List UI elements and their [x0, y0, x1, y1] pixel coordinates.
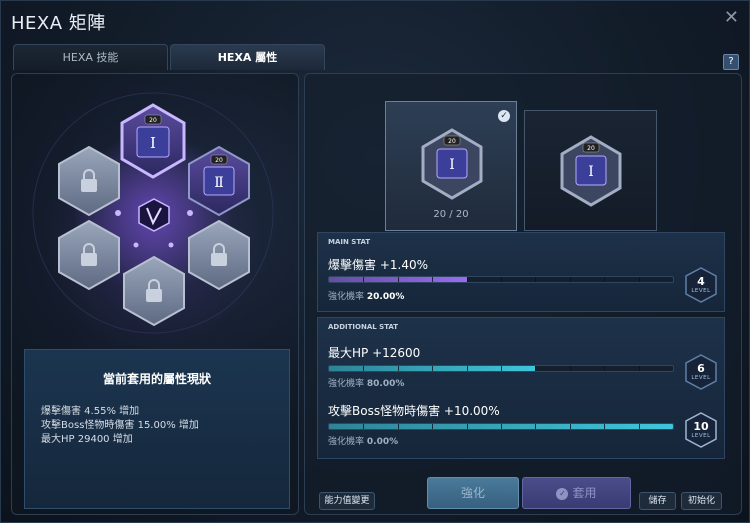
core-hex-icon: Ⅰ 20: [560, 135, 622, 207]
svg-text:20: 20: [587, 145, 595, 152]
progress-tick: [638, 366, 640, 371]
hex-grid: Ⅰ 20 Ⅱ 20: [32, 92, 274, 334]
progress-tick: [569, 424, 571, 429]
progress-tick: [604, 366, 606, 371]
progress-tick: [604, 277, 606, 282]
progress-tick: [569, 277, 571, 282]
progress-tick: [363, 277, 365, 282]
close-icon[interactable]: ✕: [724, 7, 739, 28]
progress-tick: [501, 366, 502, 371]
additional-stat-rate: 強化機率 80.00%: [328, 376, 404, 389]
rate-label: 強化機率: [328, 437, 365, 447]
level-badge: 6 LEVEL: [684, 353, 718, 391]
progress-tick: [501, 424, 502, 429]
main-stat-name: 爆擊傷害 +1.40%: [328, 258, 428, 272]
rate-value: 20.00%: [366, 292, 405, 302]
status-line: 攻擊Boss怪物時傷害 15.00% 增加: [41, 420, 199, 431]
progress-tick: [466, 366, 468, 371]
core-hex-icon: Ⅰ 20: [421, 128, 483, 200]
progress-tick: [535, 366, 537, 371]
progress-tick: [535, 424, 537, 429]
progress-tick: [397, 424, 399, 429]
initialize-button[interactable]: 初始化: [681, 492, 722, 510]
main-stat-label: MAIN STAT: [328, 238, 371, 246]
level-number: 10: [693, 420, 709, 433]
stat-core-card[interactable]: Ⅰ 20: [524, 110, 657, 231]
hex-node-glyph: Ⅱ: [214, 175, 224, 191]
progress-tick: [397, 366, 399, 371]
level-number: 4: [697, 275, 705, 288]
rate-value: 80.00%: [366, 379, 405, 389]
progress-tick: [432, 277, 434, 282]
check-circle-icon: ✓: [556, 487, 569, 500]
additional-stat-label: ADDITIONAL STAT: [328, 323, 399, 331]
level-word: LEVEL: [691, 433, 711, 439]
hex-node-level: 20: [215, 157, 223, 164]
hex-node-level: 20: [149, 117, 157, 124]
level-word: LEVEL: [691, 288, 711, 294]
progress-tick: [535, 277, 537, 282]
rate-label: 強化機率: [328, 379, 365, 389]
apply-label: 套用: [572, 486, 597, 500]
progress-tick: [397, 277, 399, 282]
progress-tick: [432, 424, 434, 429]
main-stat-box: MAIN STAT 爆擊傷害 +1.40% 強化機率 20.00% 4 LEVE…: [317, 232, 725, 312]
svg-text:Ⅰ: Ⅰ: [588, 164, 594, 180]
progress-tick: [638, 424, 640, 429]
svg-text:20: 20: [448, 138, 456, 145]
additional-stat-rate: 強化機率 0.00%: [328, 434, 398, 447]
level-badge: 10 LEVEL: [684, 411, 718, 449]
progress-tick: [569, 366, 571, 371]
hexa-emblem-icon: [138, 198, 170, 232]
status-line: 最大HP 29400 增加: [41, 434, 133, 445]
stat-core-card-selected[interactable]: ✓ Ⅰ 20 20 / 20: [385, 101, 517, 231]
additional-stat-name: 攻擊Boss怪物時傷害 +10.00%: [328, 404, 500, 418]
additional-stat-name: 最大HP +12600: [328, 346, 421, 360]
level-badge: 4 LEVEL: [684, 266, 718, 304]
svg-text:Ⅰ: Ⅰ: [449, 157, 455, 173]
progress-tick: [432, 366, 434, 371]
progress-tick: [604, 424, 606, 429]
progress-tick: [501, 277, 502, 282]
status-title: 當前套用的屬性現狀: [102, 372, 211, 386]
apply-button[interactable]: ✓ 套用: [522, 477, 631, 509]
save-button[interactable]: 儲存: [639, 492, 676, 510]
additional-stat-progress-bar: [328, 365, 674, 372]
status-line: 爆擊傷害 4.55% 增加: [41, 406, 140, 417]
change-stats-button[interactable]: 能力值變更: [319, 492, 375, 510]
rate-value: 0.00%: [366, 437, 399, 447]
progress-tick: [363, 424, 365, 429]
progress-tick: [466, 277, 468, 282]
help-button[interactable]: ?: [723, 54, 739, 70]
current-stat-status-box: 當前套用的屬性現狀 爆擊傷害 4.55% 增加 攻擊Boss怪物時傷害 15.0…: [24, 349, 290, 509]
hex-node-glyph: Ⅰ: [150, 134, 156, 152]
level-number: 6: [697, 362, 705, 375]
main-stat-rate: 強化機率 20.00%: [328, 289, 404, 302]
main-stat-progress-bar: [328, 276, 674, 283]
hexa-matrix-window: HEXA 矩陣 ✕ HEXA 技能 HEXA 屬性 ? Ⅰ 20 Ⅱ 20 當前…: [0, 0, 750, 523]
progress-tick: [363, 366, 365, 371]
enhance-button[interactable]: 強化: [427, 477, 519, 509]
level-word: LEVEL: [691, 375, 711, 381]
additional-stat-progress-bar: [328, 423, 674, 430]
core-count: 20 / 20: [433, 209, 469, 220]
rate-label: 強化機率: [328, 292, 365, 302]
progress-tick: [466, 424, 468, 429]
progress-tick: [638, 277, 640, 282]
additional-stat-box: ADDITIONAL STAT 最大HP +12600 強化機率 80.00% …: [317, 317, 725, 459]
